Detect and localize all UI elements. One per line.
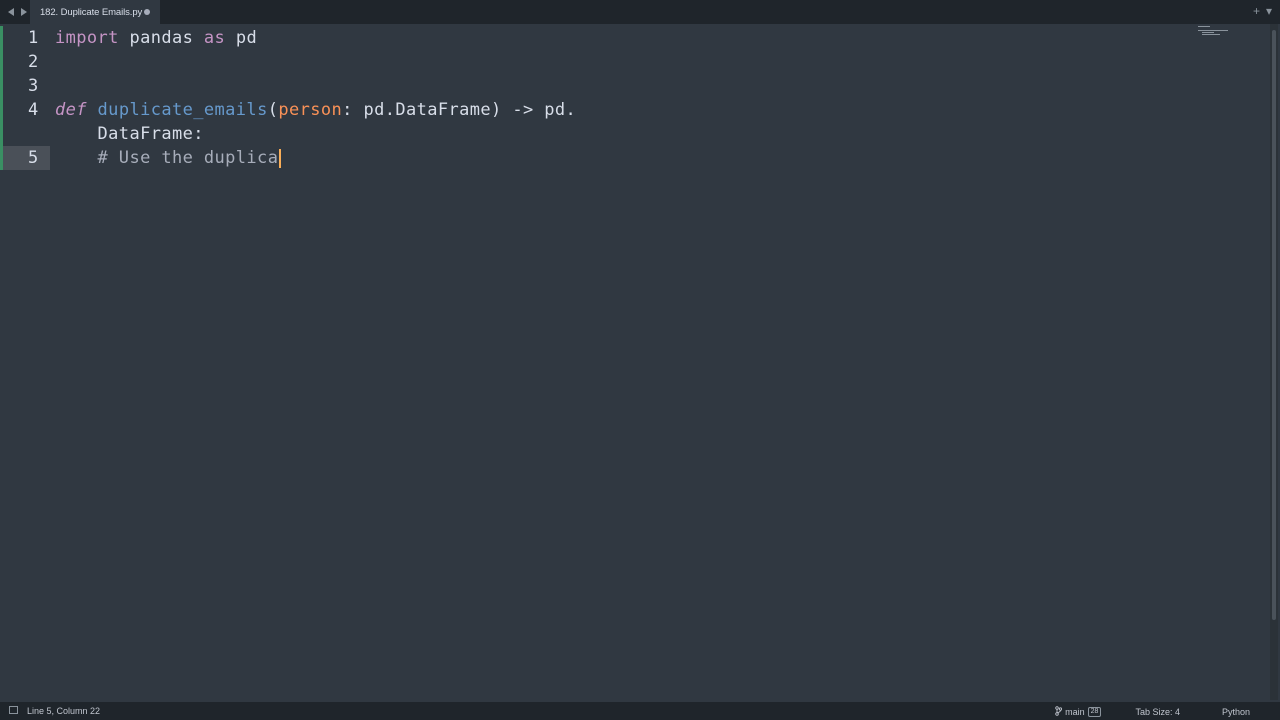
tab-size[interactable]: Tab Size: 4 <box>1135 707 1180 717</box>
code-editor[interactable]: 1 2 3 4 5 import pandas as pd def duplic… <box>0 24 1270 700</box>
tab-nav <box>6 5 29 19</box>
line-number: 1 <box>0 26 50 50</box>
tab-duplicate-emails[interactable]: 182. Duplicate Emails.py <box>30 0 160 24</box>
code-line-4-wrap[interactable]: DataFrame: <box>55 122 204 146</box>
line-number: 3 <box>0 74 50 98</box>
tab-menu-icon[interactable]: ▾ <box>1266 4 1272 18</box>
branch-badge: 28 <box>1087 707 1102 717</box>
tab-bar: 182. Duplicate Emails.py + ▾ <box>0 0 1280 24</box>
line-number-current: 5 <box>0 146 50 170</box>
git-branch[interactable]: main 28 <box>1055 706 1102 718</box>
text-cursor <box>279 148 282 168</box>
keyword-def: def <box>55 100 87 120</box>
keyword-import: import <box>55 28 119 48</box>
status-right: main 28 Tab Size: 4 Python <box>1055 706 1250 718</box>
line-number: 4 <box>0 98 50 146</box>
branch-name: main <box>1065 707 1085 717</box>
syntax-mode[interactable]: Python <box>1222 707 1250 717</box>
unsaved-dot-icon[interactable] <box>144 9 150 15</box>
comment-text: # Use the duplica <box>55 148 279 168</box>
git-branch-icon <box>1055 706 1063 718</box>
token-wrapped-return: DataFrame: <box>55 124 204 144</box>
tabbar-controls: + ▾ <box>1253 4 1272 18</box>
code-line-5[interactable]: # Use the duplica <box>55 146 282 170</box>
code-line-1[interactable]: import pandas as pd <box>55 26 257 50</box>
vertical-scrollbar[interactable] <box>1270 24 1278 700</box>
minimap[interactable] <box>1196 24 1236 38</box>
token-paren: ( <box>267 100 279 120</box>
status-bar: Line 5, Column 22 main 28 Tab Size: 4 Py… <box>0 702 1280 720</box>
keyword-as: as <box>203 28 226 48</box>
code-line-4[interactable]: def duplicate_emails(person: pd.DataFram… <box>55 98 576 122</box>
line-number: 2 <box>0 50 50 74</box>
tab-scroll-right-icon[interactable] <box>19 5 29 19</box>
function-name: duplicate_emails <box>97 100 268 120</box>
panel-toggle-icon[interactable] <box>9 706 18 714</box>
token-pd: pd <box>225 28 258 48</box>
tab-title: 182. Duplicate Emails.py <box>40 6 143 18</box>
parameter-person: person <box>278 100 343 120</box>
cursor-position[interactable]: Line 5, Column 22 <box>27 706 100 716</box>
token-pandas: pandas <box>118 28 204 48</box>
new-tab-icon[interactable]: + <box>1253 4 1260 18</box>
tab-scroll-left-icon[interactable] <box>6 5 16 19</box>
scrollbar-thumb[interactable] <box>1272 30 1276 620</box>
token-signature-rest: : pd.DataFrame) -> pd. <box>342 100 577 120</box>
